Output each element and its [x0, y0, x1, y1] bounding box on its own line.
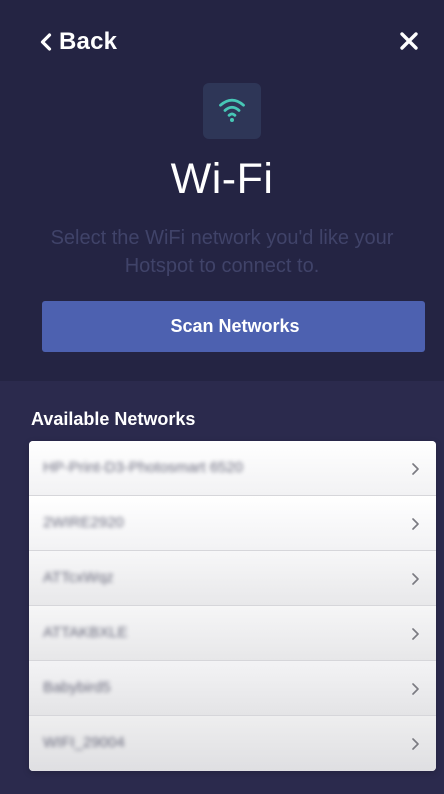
wifi-icon: [215, 92, 249, 131]
network-row[interactable]: ATTAKBXLE: [29, 606, 436, 661]
close-button[interactable]: [397, 29, 421, 53]
network-row[interactable]: ATTcxWqz: [29, 551, 436, 606]
network-name: HP-Print-D3-Photosmart 6520: [43, 459, 244, 476]
network-name: ATTcxWqz: [43, 569, 114, 586]
network-name: 2WIRE2920: [43, 514, 124, 531]
network-name: Babybird5: [43, 679, 111, 696]
chevron-right-icon: [410, 515, 421, 533]
available-networks-title: Available Networks: [31, 409, 196, 429]
page-subtitle-line-1: Select the WiFi network you'd like your: [50, 227, 394, 249]
network-row[interactable]: HP-Print-D3-Photosmart 6520: [29, 441, 436, 496]
network-row[interactable]: Babybird5: [29, 661, 436, 716]
wifi-icon-tile: [203, 83, 261, 139]
chevron-right-icon: [410, 735, 421, 753]
chevron-right-icon: [410, 570, 421, 588]
network-name: ATTAKBXLE: [43, 624, 128, 641]
network-list: HP-Print-D3-Photosmart 6520 2WIRE2920 AT…: [29, 441, 436, 771]
page-title: Wi-Fi: [170, 155, 274, 203]
page-subtitle-line-2: Hotspot to connect to.: [124, 255, 320, 277]
wifi-setup-screen: Back Wi-Fi Select the WiFi network you'd…: [0, 0, 444, 794]
chevron-right-icon: [410, 680, 421, 698]
chevron-left-icon: [38, 32, 53, 52]
chevron-right-icon: [410, 460, 421, 478]
network-name: WIFI_29004: [43, 734, 125, 751]
network-row[interactable]: WIFI_29004: [29, 716, 436, 771]
close-icon: [397, 29, 421, 53]
back-label: Back: [59, 28, 118, 55]
page-subtitle: Select the WiFi network you'd like your …: [0, 224, 444, 280]
scan-networks-button[interactable]: Scan Networks: [42, 301, 425, 352]
back-button[interactable]: Back: [38, 26, 117, 58]
network-row[interactable]: 2WIRE2920: [29, 496, 436, 551]
chevron-right-icon: [410, 625, 421, 643]
